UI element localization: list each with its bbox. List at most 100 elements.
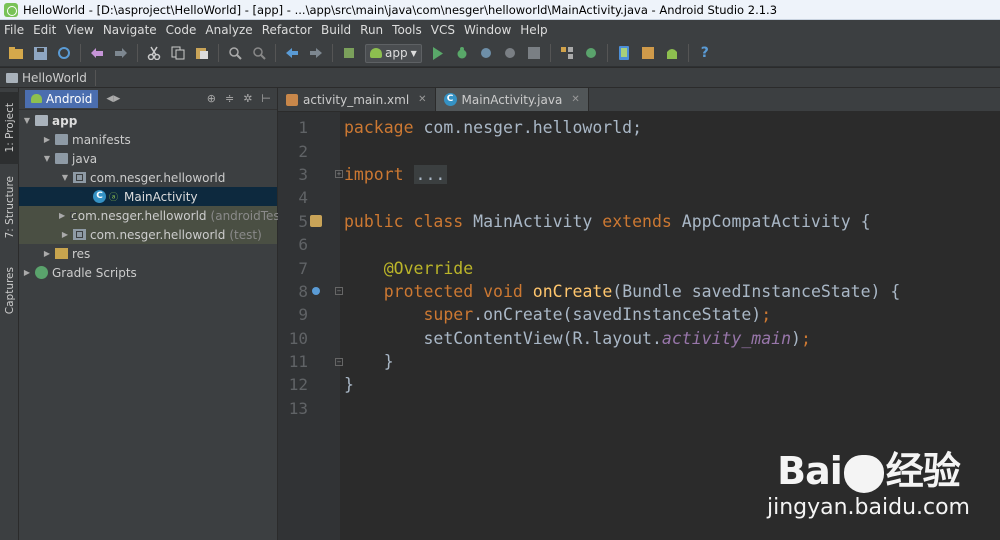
menu-edit[interactable]: Edit	[33, 23, 56, 37]
tool-tab-project[interactable]: 1: Project	[0, 92, 19, 164]
cut-icon[interactable]	[146, 45, 162, 61]
attach-debugger-icon[interactable]	[478, 45, 494, 61]
chevron-right-icon[interactable]: ▶	[21, 268, 33, 277]
tree-item-manifests[interactable]: ▶ manifests	[19, 130, 277, 149]
menu-refactor[interactable]: Refactor	[262, 23, 312, 37]
tree-item-label: com.nesger.helloworld	[90, 170, 226, 185]
chevron-down-icon[interactable]: ▼	[59, 173, 71, 182]
tree-item-suffix: (test)	[229, 227, 262, 242]
copy-icon[interactable]	[170, 45, 186, 61]
open-icon[interactable]	[8, 45, 24, 61]
chevron-right-icon[interactable]: ▶	[59, 230, 71, 239]
hide-panel-icon[interactable]: ⊢	[261, 92, 271, 105]
sdk-manager-icon[interactable]	[640, 45, 656, 61]
android-device-monitor-icon[interactable]	[664, 45, 680, 61]
menu-tools[interactable]: Tools	[392, 23, 422, 37]
run-configuration-select[interactable]: app ▼	[365, 43, 422, 63]
fold-expand-icon[interactable]: +	[335, 170, 343, 179]
breadcrumb-project[interactable]: HelloWorld	[6, 69, 96, 86]
project-view-select[interactable]: Android	[25, 89, 99, 108]
back-icon[interactable]	[284, 45, 300, 61]
folder-icon	[55, 134, 68, 145]
gradle-sync-icon[interactable]	[583, 45, 599, 61]
tree-item-package-androidtest[interactable]: ▶ com.nesger.helloworld (androidTes	[19, 206, 280, 225]
watermark-logo-left: Bai	[777, 449, 843, 493]
tree-item-label: res	[72, 246, 91, 261]
chevron-down-icon[interactable]: ▼	[21, 116, 33, 125]
help-icon[interactable]: ?	[697, 45, 713, 61]
menu-file[interactable]: File	[4, 23, 24, 37]
title-bar: HelloWorld - [D:\asproject\HelloWorld] -…	[0, 0, 1000, 20]
menu-vcs[interactable]: VCS	[431, 23, 455, 37]
run-icon[interactable]	[430, 45, 446, 61]
code-token: .onCreate(savedInstanceState)	[473, 305, 762, 325]
menu-build[interactable]: Build	[321, 23, 351, 37]
tab-mainactivity-java[interactable]: C MainActivity.java ✕	[435, 88, 589, 111]
menu-window[interactable]: Window	[464, 23, 511, 37]
paw-icon	[843, 454, 884, 493]
activity-marker-icon[interactable]	[310, 215, 322, 228]
chevron-right-icon[interactable]: ▶	[41, 249, 53, 258]
code-token: )	[791, 328, 801, 348]
undo-icon[interactable]	[89, 45, 105, 61]
scroll-from-source-icon[interactable]: ⊕	[207, 92, 216, 105]
stop-icon[interactable]	[526, 45, 542, 61]
chevron-down-icon[interactable]: ▼	[41, 154, 53, 163]
project-structure-icon[interactable]	[559, 45, 575, 61]
folded-imports[interactable]: ...	[413, 164, 448, 184]
left-tool-strip: 1: Project 7: Structure Captures	[0, 88, 19, 540]
tree-item-package-test[interactable]: ▶ com.nesger.helloworld (test)	[19, 225, 277, 244]
run-configuration-label: app	[385, 46, 408, 60]
menu-navigate[interactable]: Navigate	[103, 23, 157, 37]
fold-collapse-icon[interactable]: −	[335, 287, 343, 296]
paste-icon[interactable]	[194, 45, 210, 61]
tab-activity-main-xml[interactable]: activity_main.xml ✕	[278, 88, 436, 111]
tree-item-mainactivity[interactable]: C ⓐ MainActivity	[19, 187, 277, 206]
close-icon[interactable]: ✕	[418, 94, 426, 105]
menu-help[interactable]: Help	[520, 23, 547, 37]
close-icon[interactable]: ✕	[571, 94, 579, 105]
line-number: 3	[298, 164, 308, 184]
make-project-icon[interactable]	[341, 45, 357, 61]
watermark-logo-right: 经验	[885, 449, 961, 493]
menu-run[interactable]: Run	[360, 23, 383, 37]
tree-item-java[interactable]: ▼ java	[19, 149, 277, 168]
replace-icon[interactable]	[251, 45, 267, 61]
chevron-right-icon[interactable]: ▶	[41, 135, 53, 144]
profile-icon[interactable]	[502, 45, 518, 61]
code-token: @Override	[383, 258, 474, 278]
menu-code[interactable]: Code	[166, 23, 197, 37]
sync-icon[interactable]	[56, 45, 72, 61]
find-icon[interactable]	[227, 45, 243, 61]
tool-tab-captures[interactable]: Captures	[0, 260, 19, 322]
save-icon[interactable]	[32, 45, 48, 61]
tool-tab-structure[interactable]: 7: Structure	[0, 174, 19, 240]
code-editor[interactable]: 1 package com.nesger.helloworld; 2 3 + i…	[278, 112, 1000, 540]
chevron-right-icon[interactable]: ▶	[59, 211, 65, 220]
tree-item-gradle-scripts[interactable]: ▶ Gradle Scripts	[19, 263, 277, 282]
code-line: 4	[278, 186, 1000, 209]
baidu-logo: Bai 经验	[767, 440, 970, 495]
tree-item-app[interactable]: ▼ app	[19, 111, 277, 130]
avd-manager-icon[interactable]	[616, 45, 632, 61]
menu-view[interactable]: View	[65, 23, 93, 37]
code-token: onCreate	[532, 281, 613, 301]
menu-bar: File Edit View Navigate Code Analyze Ref…	[0, 20, 1000, 40]
fold-end-icon[interactable]: −	[335, 357, 343, 366]
collapse-all-icon[interactable]: ≑	[225, 92, 234, 105]
toolbar-separator	[137, 44, 138, 62]
forward-icon[interactable]	[308, 45, 324, 61]
view-switch-icon[interactable]: ◀▶	[106, 94, 120, 104]
override-marker-icon[interactable]	[312, 287, 320, 296]
gear-icon[interactable]: ✲	[243, 92, 252, 105]
line-number: 10	[288, 328, 308, 348]
tree-item-res[interactable]: ▶ res	[19, 244, 277, 263]
debug-icon[interactable]	[454, 45, 470, 61]
tree-item-package-main[interactable]: ▼ com.nesger.helloworld	[19, 168, 277, 187]
project-view-label: Android	[46, 91, 93, 106]
menu-analyze[interactable]: Analyze	[205, 23, 252, 37]
module-folder-icon	[35, 115, 48, 126]
xml-file-icon	[286, 93, 298, 106]
line-number: 9	[298, 305, 308, 325]
redo-icon[interactable]	[113, 45, 129, 61]
